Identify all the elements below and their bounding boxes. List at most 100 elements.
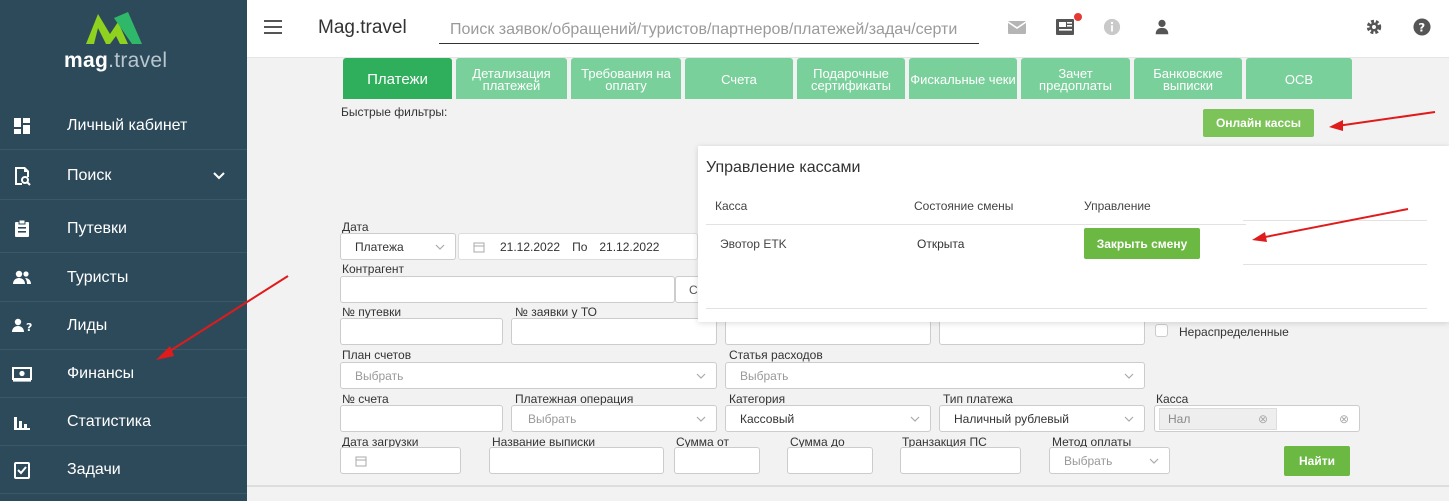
chevron-down-icon bbox=[435, 244, 445, 250]
gear-icon[interactable] bbox=[1364, 18, 1384, 36]
ps-transaction-input[interactable] bbox=[900, 447, 1021, 474]
extra-input-2[interactable] bbox=[939, 318, 1145, 345]
unassigned-checkbox[interactable] bbox=[1155, 324, 1168, 337]
tab-invoices[interactable]: Счета bbox=[685, 58, 793, 99]
category-select[interactable]: Кассовый bbox=[725, 405, 931, 432]
annotation-arrow-online-cashboxes bbox=[1329, 111, 1436, 131]
tab-payments[interactable]: Платежи bbox=[343, 58, 452, 99]
quick-filters-label: Быстрые фильтры: bbox=[341, 105, 448, 119]
tab-osv[interactable]: ОСВ bbox=[1246, 58, 1352, 99]
chart-of-accounts-select[interactable]: Выбрать bbox=[340, 362, 717, 389]
counterparty-input[interactable] bbox=[340, 276, 675, 303]
category-label: Категория bbox=[729, 392, 786, 406]
task-icon bbox=[11, 459, 33, 481]
chevron-down-icon bbox=[696, 416, 706, 422]
lead-icon: ? bbox=[11, 315, 33, 337]
logo[interactable]: mag.travel bbox=[0, 0, 247, 100]
sidebar-item-vouchers[interactable]: Путевки bbox=[0, 205, 247, 253]
sidebar-item-search[interactable]: Поиск bbox=[0, 152, 247, 200]
chevron-down-icon bbox=[213, 171, 225, 179]
popup-title: Управление кассами bbox=[706, 159, 861, 176]
date-range-field[interactable]: 21.12.2022 По 21.12.2022 bbox=[458, 233, 698, 260]
date-type-select[interactable]: Платежа bbox=[340, 233, 456, 260]
tab-payment-details[interactable]: Детализация платежей bbox=[456, 58, 567, 99]
calendar-icon bbox=[473, 242, 485, 252]
sidebar-item-label: Личный кабинет bbox=[67, 116, 188, 134]
tab-payment-requests[interactable]: Требования на оплату bbox=[571, 58, 681, 99]
payment-operation-label: Платежная операция bbox=[515, 392, 634, 406]
upload-date-input[interactable] bbox=[340, 447, 461, 474]
dashboard-icon bbox=[11, 115, 33, 137]
menu-icon[interactable] bbox=[264, 20, 282, 34]
help-icon[interactable]: ? bbox=[1412, 18, 1432, 36]
clipboard-icon bbox=[11, 218, 33, 240]
sidebar-item-label: Статистика bbox=[67, 412, 152, 430]
close-shift-button[interactable]: Закрыть смену bbox=[1084, 228, 1200, 259]
search-doc-icon bbox=[11, 165, 33, 187]
annotation-arrow-finance bbox=[156, 275, 289, 360]
user-icon[interactable] bbox=[1152, 18, 1172, 36]
counterparty-label: Контрагент bbox=[342, 262, 405, 276]
expense-item-select[interactable]: Выбрать bbox=[725, 362, 1145, 389]
extra-input-1[interactable] bbox=[725, 318, 931, 345]
sidebar-item-dashboard[interactable]: Личный кабинет bbox=[0, 102, 247, 150]
find-button[interactable]: Найти bbox=[1284, 446, 1350, 476]
sidebar-item-label: Задачи bbox=[67, 460, 121, 478]
remove-tag-icon: ⊗ bbox=[1257, 411, 1268, 426]
unassigned-label: Нераспределенные bbox=[1179, 325, 1289, 339]
mail-icon[interactable] bbox=[1007, 18, 1027, 36]
sidebar-item-label: Путевки bbox=[67, 219, 127, 237]
svg-text:?: ? bbox=[26, 321, 32, 334]
brand-title: Mag.travel bbox=[318, 17, 407, 38]
date-from: 21.12.2022 bbox=[500, 239, 561, 254]
annotation-arrow-close-shift bbox=[1252, 208, 1409, 242]
notification-dot bbox=[1074, 13, 1082, 21]
payment-operation-select[interactable]: Выбрать bbox=[511, 405, 717, 432]
date-to: 21.12.2022 bbox=[599, 239, 660, 254]
top-bar: Mag.travel ? bbox=[247, 0, 1449, 58]
payment-type-label: Тип платежа bbox=[943, 392, 1013, 406]
cashbox-select[interactable]: Нал ⊗ ⊗ bbox=[1154, 405, 1360, 432]
account-no-label: № счета bbox=[342, 392, 389, 406]
chart-of-accounts-label: План счетов bbox=[342, 348, 412, 362]
cashbox-tag[interactable]: Нал ⊗ bbox=[1159, 407, 1277, 430]
sidebar-item-label: Финансы bbox=[67, 364, 135, 382]
column-header-control: Управление bbox=[1084, 199, 1151, 213]
sidebar-item-label: Поиск bbox=[67, 166, 112, 184]
amount-to-input[interactable] bbox=[787, 447, 873, 474]
search-input[interactable] bbox=[439, 8, 979, 44]
sidebar-item-statistics[interactable]: Статистика bbox=[0, 398, 247, 446]
users-icon bbox=[11, 267, 33, 289]
online-cashboxes-button[interactable]: Онлайн кассы bbox=[1203, 109, 1314, 137]
voucher-label: № путевки bbox=[342, 305, 402, 319]
divider bbox=[706, 308, 1427, 309]
chevron-down-icon bbox=[1149, 458, 1159, 464]
news-icon[interactable] bbox=[1055, 18, 1075, 36]
logo-mark-icon bbox=[86, 12, 142, 44]
svg-text:?: ? bbox=[1418, 21, 1425, 35]
statement-name-input[interactable] bbox=[489, 447, 664, 474]
date-to-label: По bbox=[572, 239, 588, 254]
account-no-input[interactable] bbox=[340, 405, 503, 432]
expense-item-label: Статья расходов bbox=[729, 348, 823, 362]
page-bottom-divider bbox=[247, 485, 1449, 487]
tab-prepayment-offset[interactable]: Зачет предоплаты bbox=[1021, 58, 1130, 99]
shift-state: Открыта bbox=[917, 237, 965, 251]
sidebar-item-tasks[interactable]: Задачи bbox=[0, 446, 247, 494]
clear-icon[interactable]: ⊗ bbox=[1339, 412, 1349, 426]
payment-method-select[interactable]: Выбрать bbox=[1049, 447, 1170, 474]
payment-type-select[interactable]: Наличный рублевый bbox=[939, 405, 1145, 432]
column-header-cashbox: Касса bbox=[715, 199, 748, 213]
date-label: Дата bbox=[342, 220, 369, 234]
cashbox-name: Эвотор ETK bbox=[720, 237, 787, 251]
cashbox-label: Касса bbox=[1156, 392, 1189, 406]
to-request-input[interactable] bbox=[511, 318, 717, 345]
tab-bank-statements[interactable]: Банковские выписки bbox=[1134, 58, 1242, 99]
tab-fiscal-receipts[interactable]: Фискальные чеки bbox=[909, 58, 1017, 99]
logo-text: mag.travel bbox=[64, 49, 168, 72]
amount-from-input[interactable] bbox=[674, 447, 760, 474]
voucher-input[interactable] bbox=[340, 318, 503, 345]
tab-gift-certificates[interactable]: Подарочные сертификаты bbox=[797, 58, 905, 99]
info-icon[interactable] bbox=[1102, 18, 1122, 36]
chevron-down-icon bbox=[1124, 416, 1134, 422]
